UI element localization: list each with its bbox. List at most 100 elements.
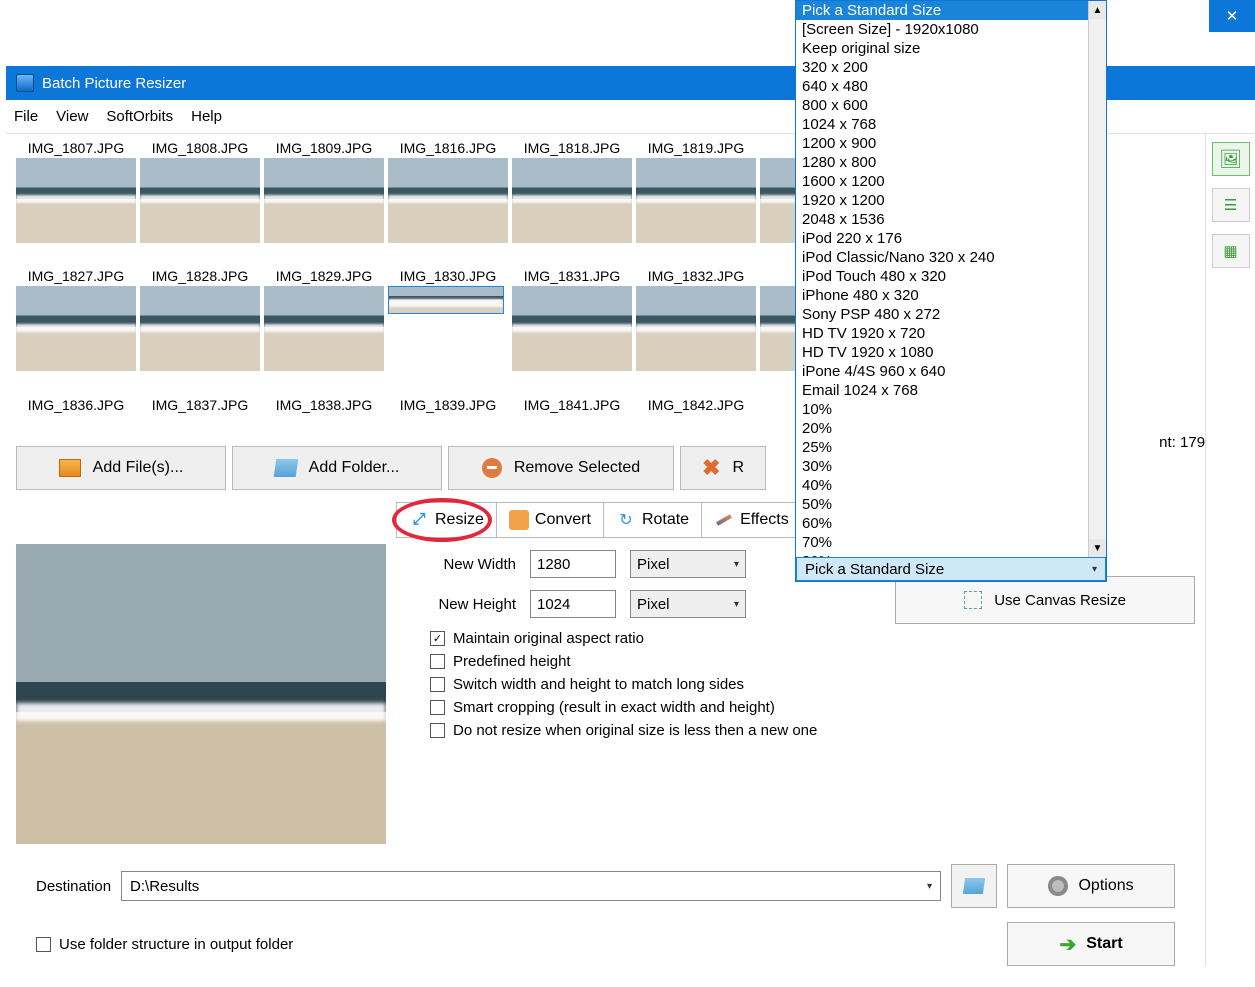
- dropdown-option[interactable]: iPod Classic/Nano 320 x 240: [796, 248, 1106, 267]
- width-unit-select[interactable]: Pixel▾: [630, 550, 746, 578]
- dropdown-option[interactable]: Email 1024 x 768: [796, 381, 1106, 400]
- thumbnail[interactable]: IMG_1808.JPG: [140, 140, 260, 264]
- destination-combo[interactable]: D:\Results ▾: [121, 871, 941, 901]
- thumbnail[interactable]: IMG_1836.JPG: [16, 397, 136, 436]
- dropdown-option[interactable]: 25%: [796, 438, 1106, 457]
- dropdown-option[interactable]: iPod 220 x 176: [796, 229, 1106, 248]
- thumbnail-label: IMG_1816.JPG: [388, 140, 508, 158]
- dropdown-option[interactable]: Pick a Standard Size: [796, 1, 1106, 20]
- chevron-down-icon: ▾: [734, 559, 739, 570]
- thumbnail[interactable]: IMG_1827.JPG: [16, 268, 136, 392]
- dropdown-option[interactable]: 1920 x 1200: [796, 191, 1106, 210]
- dropdown-option[interactable]: Keep original size: [796, 39, 1106, 58]
- no-upscale-label: Do not resize when original size is less…: [453, 722, 817, 739]
- thumbnail-image: [140, 286, 260, 371]
- dropdown-option[interactable]: 2048 x 1536: [796, 210, 1106, 229]
- selected-count: nt: 179: [1159, 434, 1205, 451]
- thumbnail[interactable]: IMG_1819.JPG: [636, 140, 756, 264]
- dropdown-option[interactable]: [Screen Size] - 1920x1080: [796, 20, 1106, 39]
- height-unit-select[interactable]: Pixel▾: [630, 590, 746, 618]
- dropdown-option[interactable]: iPhone 480 x 320: [796, 286, 1106, 305]
- tab-resize[interactable]: ⤢ Resize: [396, 502, 497, 538]
- height-input[interactable]: [530, 590, 616, 618]
- browse-destination-button[interactable]: [951, 864, 997, 908]
- scroll-down-icon[interactable]: ▼: [1089, 539, 1106, 557]
- maximize-button[interactable]: [1163, 0, 1209, 32]
- dropdown-option[interactable]: 320 x 200: [796, 58, 1106, 77]
- thumbnail[interactable]: IMG_1829.JPG: [264, 268, 384, 392]
- dropdown-option[interactable]: 60%: [796, 514, 1106, 533]
- thumbnail-view-button[interactable]: 🖼: [1212, 142, 1250, 176]
- tab-effects[interactable]: Effects: [702, 502, 802, 538]
- play-icon: ➔: [1059, 932, 1076, 957]
- checkbox-icon: [36, 937, 51, 952]
- dropdown-option[interactable]: 1200 x 900: [796, 134, 1106, 153]
- thumbnail-label: IMG_1836.JPG: [16, 397, 136, 415]
- dropdown-option[interactable]: 1600 x 1200: [796, 172, 1106, 191]
- options-button[interactable]: Options: [1007, 864, 1175, 908]
- tab-convert[interactable]: Convert: [497, 502, 604, 538]
- thumbnail-label: IMG_1809.JPG: [264, 140, 384, 158]
- dropdown-option[interactable]: HD TV 1920 x 1080: [796, 343, 1106, 362]
- list-view-button[interactable]: ☰: [1212, 188, 1250, 222]
- thumbnail[interactable]: IMG_1809.JPG: [264, 140, 384, 264]
- menu-softorbits[interactable]: SoftOrbits: [106, 108, 173, 125]
- dropdown-scrollbar[interactable]: ▲ ▼: [1088, 1, 1106, 557]
- thumbnail[interactable]: IMG_1830.JPG: [388, 268, 508, 392]
- remove-all-button[interactable]: ✖ R: [680, 446, 766, 490]
- thumbnail[interactable]: IMG_1838.JPG: [264, 397, 384, 436]
- add-files-button[interactable]: Add File(s)...: [16, 446, 226, 490]
- dropdown-option[interactable]: 1024 x 768: [796, 115, 1106, 134]
- dropdown-option[interactable]: iPod Touch 480 x 320: [796, 267, 1106, 286]
- add-folder-button[interactable]: Add Folder...: [232, 446, 442, 490]
- standard-size-dropdown[interactable]: Pick a Standard Size[Screen Size] - 1920…: [795, 0, 1107, 582]
- maintain-aspect-checkbox[interactable]: ✓Maintain original aspect ratio: [430, 630, 1195, 647]
- thumbnail[interactable]: IMG_1841.JPG: [512, 397, 632, 436]
- thumbnail[interactable]: IMG_1818.JPG: [512, 140, 632, 264]
- canvas-resize-button[interactable]: Use Canvas Resize: [895, 576, 1195, 624]
- switch-sides-checkbox[interactable]: Switch width and height to match long si…: [430, 676, 1195, 693]
- thumbnail[interactable]: IMG_1807.JPG: [16, 140, 136, 264]
- dropdown-option[interactable]: 30%: [796, 457, 1106, 476]
- thumbnail[interactable]: IMG_1816.JPG: [388, 140, 508, 264]
- folder-structure-checkbox[interactable]: Use folder structure in output folder: [36, 936, 293, 953]
- thumbnail[interactable]: IMG_1831.JPG: [512, 268, 632, 392]
- dropdown-option[interactable]: HD TV 1920 x 720: [796, 324, 1106, 343]
- no-upscale-checkbox[interactable]: Do not resize when original size is less…: [430, 722, 1195, 739]
- dropdown-option[interactable]: iPone 4/4S 960 x 640: [796, 362, 1106, 381]
- thumbnail[interactable]: IMG_1842.JPG: [636, 397, 756, 436]
- dropdown-option[interactable]: 80%: [796, 552, 1106, 557]
- scroll-up-icon[interactable]: ▲: [1089, 1, 1106, 19]
- dropdown-option[interactable]: 20%: [796, 419, 1106, 438]
- remove-selected-button[interactable]: Remove Selected: [448, 446, 674, 490]
- rotate-icon: ↻: [616, 510, 636, 530]
- dropdown-option[interactable]: 70%: [796, 533, 1106, 552]
- minimize-button[interactable]: [1117, 0, 1163, 32]
- smart-crop-checkbox[interactable]: Smart cropping (result in exact width an…: [430, 699, 1195, 716]
- menu-view[interactable]: View: [56, 108, 88, 125]
- dropdown-option[interactable]: 800 x 600: [796, 96, 1106, 115]
- dropdown-option[interactable]: 640 x 480: [796, 77, 1106, 96]
- detail-view-button[interactable]: ▦: [1212, 234, 1250, 268]
- thumbnail[interactable]: IMG_1837.JPG: [140, 397, 260, 436]
- tab-rotate[interactable]: ↻ Rotate: [604, 502, 702, 538]
- dropdown-option[interactable]: Sony PSP 480 x 272: [796, 305, 1106, 324]
- dropdown-option[interactable]: 1280 x 800: [796, 153, 1106, 172]
- dropdown-option[interactable]: 10%: [796, 400, 1106, 419]
- thumbnail[interactable]: IMG_1839.JPG: [388, 397, 508, 436]
- thumbnail[interactable]: IMG_1828.JPG: [140, 268, 260, 392]
- standard-size-select[interactable]: Pick a Standard Size ▾: [796, 557, 1106, 581]
- close-button[interactable]: ✕: [1209, 0, 1255, 32]
- menu-file[interactable]: File: [14, 108, 38, 125]
- folder-icon: [273, 459, 298, 477]
- checkbox-icon: [430, 677, 445, 692]
- dropdown-option[interactable]: 40%: [796, 476, 1106, 495]
- start-button[interactable]: ➔Start: [1007, 922, 1175, 966]
- thumbnail-label: IMG_1831.JPG: [512, 268, 632, 286]
- thumbnail[interactable]: IMG_1832.JPG: [636, 268, 756, 392]
- thumbnail-grid: IMG_1807.JPGIMG_1808.JPGIMG_1809.JPGIMG_…: [16, 140, 880, 436]
- dropdown-option[interactable]: 50%: [796, 495, 1106, 514]
- width-input[interactable]: [530, 550, 616, 578]
- predefined-height-checkbox[interactable]: Predefined height: [430, 653, 1195, 670]
- menu-help[interactable]: Help: [191, 108, 222, 125]
